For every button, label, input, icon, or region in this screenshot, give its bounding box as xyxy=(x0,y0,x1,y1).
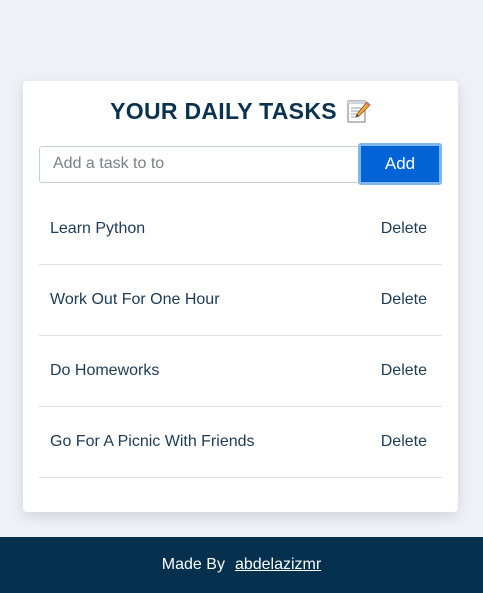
add-task-form: Add xyxy=(39,143,442,185)
task-list: Learn Python Delete Work Out For One Hou… xyxy=(39,194,442,478)
task-text: Work Out For One Hour xyxy=(50,291,220,308)
task-input[interactable] xyxy=(39,145,358,183)
task-text: Go For A Picnic With Friends xyxy=(50,433,255,450)
task-item: Work Out For One Hour Delete xyxy=(39,265,442,336)
delete-button[interactable]: Delete xyxy=(381,291,427,309)
made-by-label: Made By xyxy=(161,556,225,573)
task-text: Do Homeworks xyxy=(50,362,160,379)
author-link[interactable]: abdelazizmr xyxy=(235,556,321,574)
task-item: Go For A Picnic With Friends Delete xyxy=(39,407,442,478)
delete-button[interactable]: Delete xyxy=(381,433,427,451)
tasks-card: YOUR DAILY TASKS Add Learn Python Delete… xyxy=(23,81,458,512)
page-title: YOUR DAILY TASKS xyxy=(110,97,337,124)
delete-button[interactable]: Delete xyxy=(381,362,427,380)
memo-icon xyxy=(347,100,371,123)
delete-button[interactable]: Delete xyxy=(381,220,427,238)
title-row: YOUR DAILY TASKS xyxy=(39,81,442,139)
task-text: Learn Python xyxy=(50,220,146,237)
footer: Made By abdelazizmr xyxy=(0,537,483,593)
add-button[interactable]: Add xyxy=(358,143,442,185)
task-item: Do Homeworks Delete xyxy=(39,336,442,407)
task-item: Learn Python Delete xyxy=(39,194,442,265)
